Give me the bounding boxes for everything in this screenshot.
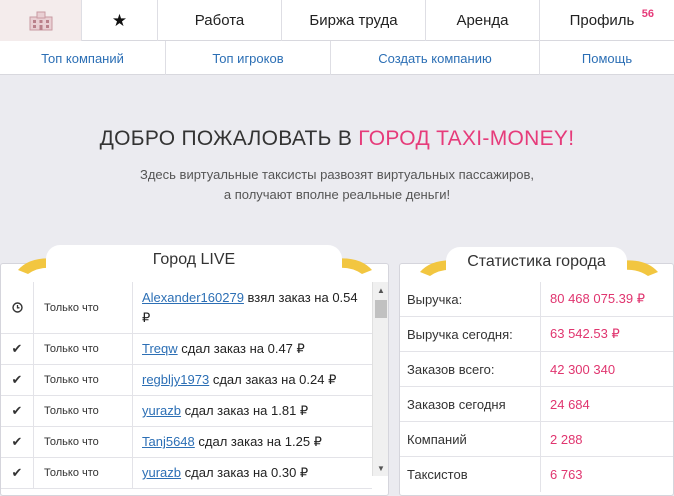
live-feed-user-link[interactable]: regbljy1973 — [142, 372, 209, 387]
nav-labor-exchange-label: Биржа труда — [309, 12, 398, 29]
stats-value: 24 684 — [550, 396, 590, 412]
live-feed-action: сдал заказ на 0.47 ₽ — [177, 341, 305, 356]
live-feed-text: Alexander160279 взял заказ на 0.54 ₽ — [133, 282, 372, 333]
nav-work-label: Работа — [194, 12, 245, 29]
live-feed-row: ✔ Только что Treqw сдал заказ на 0.47 ₽ — [1, 334, 372, 365]
welcome-subtitle-line1: Здесь виртуальные таксисты развозят вирт… — [139, 167, 535, 182]
stats-label: Выручка сегодня: — [400, 317, 541, 351]
stats-row-orders-total: Заказов всего: 42 300 340 — [400, 352, 673, 387]
subnav-top-players[interactable]: Топ игроков — [166, 41, 331, 75]
stats-value: 63 542.53 ₽ — [550, 326, 620, 341]
live-feed-action: сдал заказ на 0.24 ₽ — [209, 372, 337, 387]
live-feed-text: yurazb сдал заказ на 1.81 ₽ — [133, 396, 372, 426]
nav-rent[interactable]: Аренда — [426, 0, 540, 41]
stats-label: Таксистов — [400, 457, 541, 492]
live-feed-user-link[interactable]: yurazb — [142, 403, 181, 418]
clock-icon — [1, 282, 34, 333]
live-feed-user-link[interactable]: Treqw — [142, 341, 178, 356]
live-feed-time: Только что — [34, 396, 133, 426]
live-feed-text: regbljy1973 сдал заказ на 0.24 ₽ — [133, 365, 372, 395]
live-feed-user-link[interactable]: Alexander160279 — [142, 290, 244, 305]
live-feed-text: Tanj5648 сдал заказ на 1.25 ₽ — [133, 427, 372, 457]
profile-notification-badge: 56 — [641, 8, 654, 20]
nav-rent-label: Аренда — [456, 12, 509, 29]
scrollbar-thumb[interactable] — [375, 300, 387, 318]
stats-row-orders-today: Заказов сегодня 24 684 — [400, 387, 673, 422]
live-feed-time: Только что — [34, 365, 133, 395]
stats-row-revenue-today: Выручка сегодня: 63 542.53 ₽ — [400, 317, 673, 352]
stats-row-taxi-drivers: Таксистов 6 763 — [400, 457, 673, 492]
city-live-title: Город LIVE — [46, 245, 342, 275]
live-feed-text: yurazb сдал заказ на 0.30 ₽ — [133, 458, 372, 488]
welcome-subtitle-line2: а получают вполне реальные деньги! — [223, 187, 451, 202]
subnav-create-company[interactable]: Создать компанию — [331, 41, 540, 75]
live-feed-action: сдал заказ на 1.81 ₽ — [181, 403, 309, 418]
live-feed-text: Treqw сдал заказ на 0.47 ₽ — [133, 334, 372, 364]
subnav-top-companies[interactable]: Топ компаний — [0, 41, 166, 75]
nav-profile[interactable]: Профиль 56 — [540, 0, 674, 41]
favorites-button[interactable]: ★ — [82, 0, 158, 41]
stats-label: Заказов сегодня — [400, 387, 541, 421]
check-icon: ✔ — [1, 365, 34, 395]
check-icon: ✔ — [1, 396, 34, 426]
subnav-help-label: Помощь — [581, 50, 633, 66]
live-feed-row: ✔ Только что Tanj5648 сдал заказ на 1.25… — [1, 427, 372, 458]
live-feed-time: Только что — [34, 334, 133, 364]
live-feed-action: сдал заказ на 0.30 ₽ — [181, 465, 309, 480]
live-feed-time: Только что — [34, 282, 133, 333]
live-feed-list[interactable]: Только что Alexander160279 взял заказ на… — [1, 282, 372, 494]
city-statistics-title: Статистика города — [446, 247, 627, 277]
live-feed-row: ✔ Только что yurazb сдал заказ на 1.81 ₽ — [1, 396, 372, 427]
check-icon: ✔ — [1, 334, 34, 364]
subnav-top-companies-label: Топ компаний — [41, 50, 124, 66]
live-feed-time: Только что — [34, 458, 133, 488]
sub-navigation: Топ компаний Топ игроков Создать компани… — [0, 41, 674, 75]
stats-label: Выручка: — [400, 282, 541, 316]
nav-work[interactable]: Работа — [158, 0, 282, 41]
welcome-title: ДОБРО ПОЖАЛОВАТЬ В ГОРОД TAXI-MONEY! — [0, 127, 674, 151]
stats-row-companies: Компаний 2 288 — [400, 422, 673, 457]
live-feed-user-link[interactable]: Tanj5648 — [142, 434, 195, 449]
live-feed-action: сдал заказ на 1.25 ₽ — [194, 434, 322, 449]
live-feed-row: ✔ Только что regbljy1973 сдал заказ на 0… — [1, 365, 372, 396]
live-feed-time: Только что — [34, 427, 133, 457]
welcome-subtitle: Здесь виртуальные таксисты развозят вирт… — [0, 165, 674, 205]
nav-profile-label: Профиль — [569, 12, 635, 29]
stats-label: Компаний — [400, 422, 541, 456]
live-feed-scrollbar[interactable]: ▲ ▼ — [372, 282, 388, 476]
stats-value: 6 763 — [550, 467, 583, 482]
live-feed-row: ✔ Только что yurazb сдал заказ на 0.30 ₽ — [1, 458, 372, 489]
welcome-title-prefix: ДОБРО ПОЖАЛОВАТЬ В — [99, 127, 359, 150]
stats-value: 2 288 — [550, 431, 583, 447]
city-building-icon — [29, 11, 52, 30]
stats-value: 42 300 340 — [550, 361, 616, 377]
check-icon: ✔ — [1, 458, 34, 488]
scroll-up-arrow-icon[interactable]: ▲ — [373, 282, 389, 298]
scroll-down-arrow-icon[interactable]: ▼ — [373, 460, 389, 476]
subnav-top-players-label: Топ игроков — [212, 50, 284, 66]
top-navigation: ★ Работа Биржа труда Аренда Профиль 56 — [0, 0, 674, 41]
stats-row-revenue: Выручка: 80 468 075.39 ₽ — [400, 282, 673, 317]
live-feed-row: Только что Alexander160279 взял заказ на… — [1, 282, 372, 334]
check-icon: ✔ — [1, 427, 34, 457]
stats-label: Заказов всего: — [400, 352, 541, 386]
nav-labor-exchange[interactable]: Биржа труда — [282, 0, 426, 41]
stats-value: 80 468 075.39 ₽ — [550, 291, 646, 306]
subnav-create-company-label: Создать компанию — [378, 50, 492, 66]
star-icon: ★ — [111, 10, 128, 30]
welcome-title-accent: ГОРОД TAXI-MONEY! — [358, 127, 575, 150]
live-feed-user-link[interactable]: yurazb — [142, 465, 181, 480]
home-logo-button[interactable] — [0, 0, 82, 41]
subnav-help[interactable]: Помощь — [540, 41, 674, 75]
